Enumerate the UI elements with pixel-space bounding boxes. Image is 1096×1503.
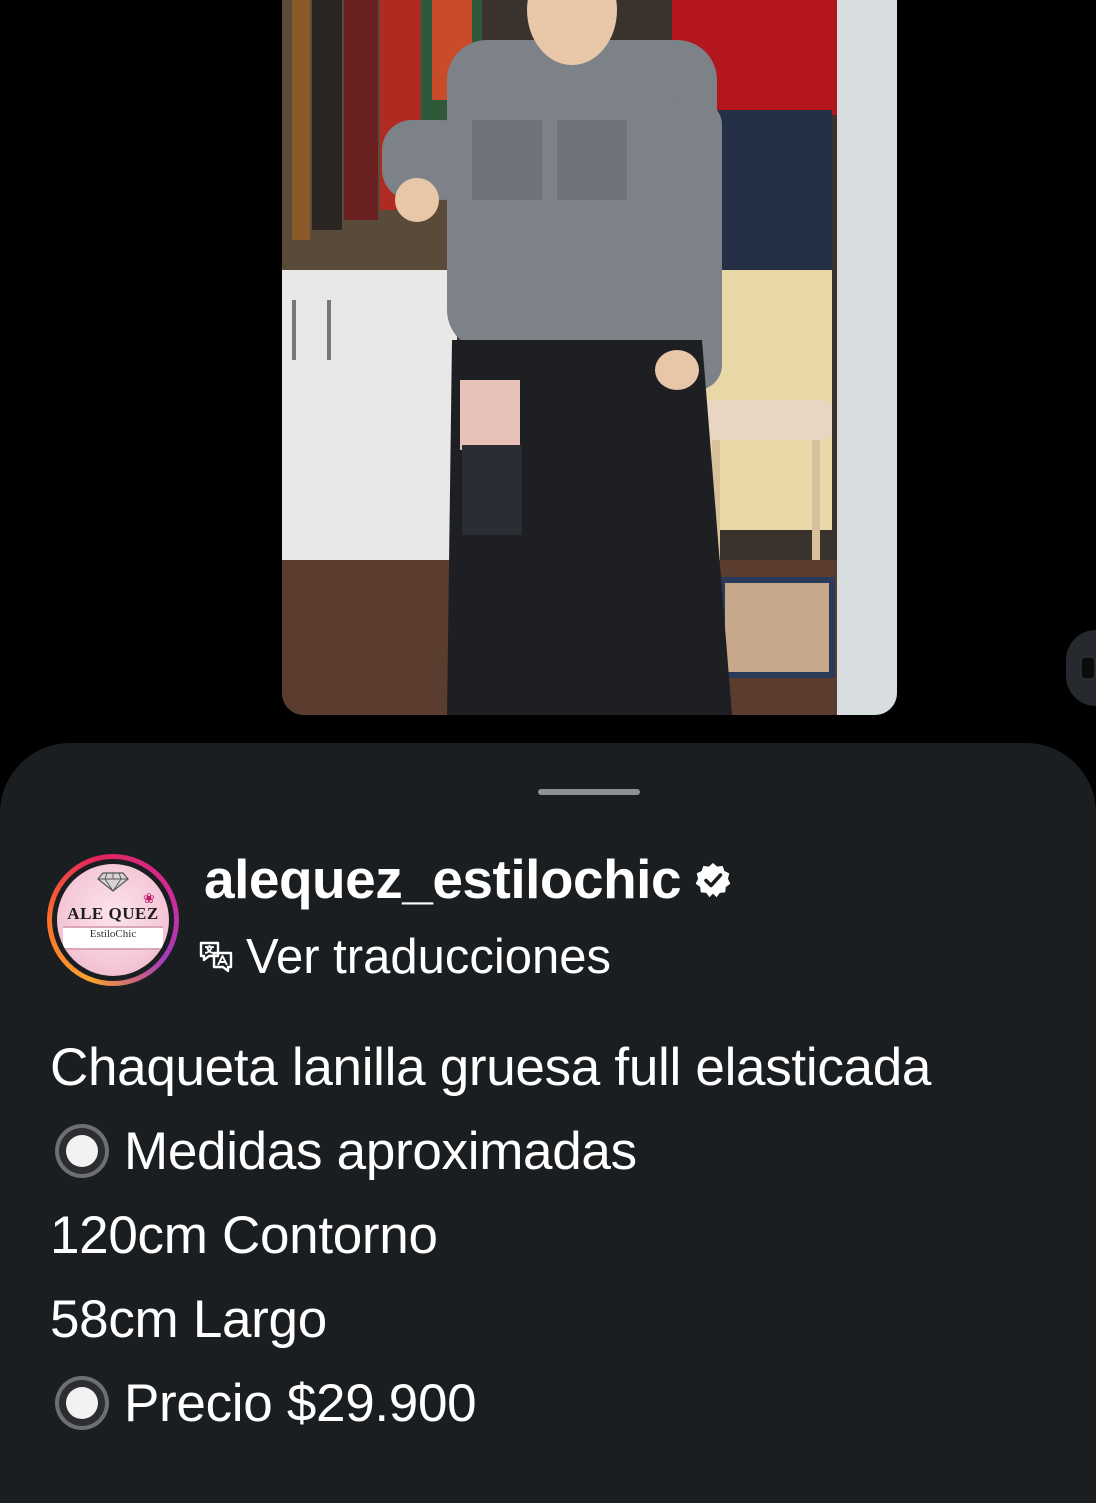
avatar-story-ring[interactable]: ❀ ALE QUEZ EstiloChic — [47, 854, 179, 986]
verified-check-icon — [695, 863, 731, 898]
caption-line: Precio $29.900 — [50, 1361, 1070, 1445]
video-frame-image — [282, 0, 897, 715]
radio-button-icon — [55, 1376, 109, 1430]
radio-button-icon — [55, 1124, 109, 1178]
side-scroll-handle[interactable] — [1066, 630, 1096, 706]
caption-line: 120cm Contorno — [50, 1193, 1070, 1277]
avatar: ❀ ALE QUEZ EstiloChic — [57, 864, 169, 976]
post-caption: Chaqueta lanilla gruesa full elasticada … — [50, 1025, 1070, 1445]
avatar-brand-text: ALE QUEZ — [67, 904, 159, 923]
caption-line: 58cm Largo — [50, 1277, 1070, 1361]
see-translations-label: Ver traducciones — [246, 930, 611, 984]
avatar-tagline: EstiloChic — [89, 928, 137, 940]
see-translations-link[interactable]: Ver traducciones — [198, 929, 611, 985]
sheet-grabber[interactable] — [538, 789, 640, 795]
caption-text: Medidas aproximadas — [124, 1121, 637, 1181]
username[interactable]: alequez_estilochic — [204, 849, 682, 909]
caption-text: Chaqueta lanilla gruesa full elasticada — [50, 1037, 932, 1097]
caption-line: Chaqueta lanilla gruesa full elasticada — [50, 1025, 1070, 1109]
username-row[interactable]: alequez_estilochic — [204, 849, 731, 909]
diamond-icon — [97, 872, 129, 892]
caption-line: Medidas aproximadas — [50, 1109, 1070, 1193]
caption-text: Precio $29.900 — [124, 1373, 477, 1433]
caption-text: 120cm Contorno — [50, 1205, 438, 1265]
caption-text: 58cm Largo — [50, 1289, 327, 1349]
translate-icon — [199, 941, 233, 973]
post-details-sheet: ❀ ALE QUEZ EstiloChic alequez_estilochic… — [0, 743, 1096, 1503]
post-video[interactable] — [282, 0, 897, 715]
